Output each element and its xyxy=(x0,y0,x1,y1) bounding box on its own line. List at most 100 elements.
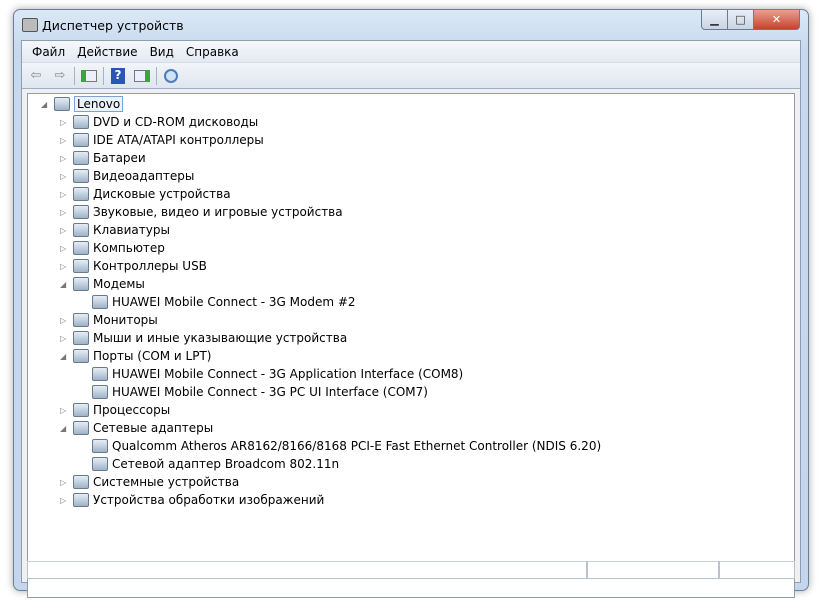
expand-arrow-icon[interactable]: ▷ xyxy=(60,262,68,271)
tree-item-label: Компьютер xyxy=(93,241,165,255)
tree-category[interactable]: ▷ Системные устройства xyxy=(60,473,239,491)
collapse-arrow-icon[interactable]: ◢ xyxy=(60,280,68,289)
menu-bar: Файл Действие Вид Справка xyxy=(22,41,800,63)
expand-arrow-icon[interactable]: ▷ xyxy=(60,172,68,181)
tree-category[interactable]: ▷ DVD и CD-ROM дисководы xyxy=(60,113,259,131)
device-icon xyxy=(73,421,89,435)
tree-item-label: HUAWEI Mobile Connect - 3G Application I… xyxy=(112,367,464,381)
tree-item-label: Звуковые, видео и игровые устройства xyxy=(93,205,343,219)
tree-category[interactable]: ◢ Сетевые адаптеры xyxy=(60,419,214,437)
device-manager-window: Диспетчер устройств ▁ □ ✕ Файл Действие … xyxy=(13,9,809,598)
tree-item-label: DVD и CD-ROM дисководы xyxy=(93,115,259,129)
tree-item-label: Сетевые адаптеры xyxy=(93,421,214,435)
device-icon xyxy=(92,295,108,309)
tree-category[interactable]: ▷ Клавиатуры xyxy=(60,221,170,239)
maximize-button[interactable]: □ xyxy=(728,10,754,30)
tree-category[interactable]: ▷ Мониторы xyxy=(60,311,158,329)
tree-device[interactable]: Сетевой адаптер Broadcom 802.11n xyxy=(92,455,339,473)
expand-arrow-icon[interactable]: ▷ xyxy=(60,208,68,217)
tree-category[interactable]: ▷ Звуковые, видео и игровые устройства xyxy=(60,203,343,221)
minimize-button[interactable]: ▁ xyxy=(701,10,728,30)
device-icon xyxy=(73,115,89,129)
tree-item-label: Мониторы xyxy=(93,313,158,327)
tree-item-label: HUAWEI Mobile Connect - 3G PC UI Interfa… xyxy=(112,385,428,399)
tree-device[interactable]: HUAWEI Mobile Connect - 3G Application I… xyxy=(92,365,463,383)
device-icon xyxy=(73,349,89,363)
device-icon xyxy=(92,385,108,399)
device-icon xyxy=(73,331,89,345)
close-button[interactable]: ✕ xyxy=(754,10,800,30)
properties-icon[interactable] xyxy=(132,67,152,85)
tree-item-label: HUAWEI Mobile Connect - 3G Modem #2 xyxy=(112,295,356,309)
device-icon xyxy=(54,97,70,111)
collapse-arrow-icon[interactable]: ◢ xyxy=(60,352,68,361)
device-icon xyxy=(73,187,89,201)
menu-view[interactable]: Вид xyxy=(144,45,180,59)
back-icon[interactable]: ⇦ xyxy=(26,67,46,85)
device-icon xyxy=(92,457,108,471)
device-icon xyxy=(73,493,89,507)
tree-item-label: Порты (COM и LPT) xyxy=(93,349,212,363)
device-icon xyxy=(73,259,89,273)
tree-category[interactable]: ◢ Модемы xyxy=(60,275,145,293)
device-manager-icon xyxy=(22,18,38,32)
device-icon xyxy=(92,439,108,453)
device-icon xyxy=(92,367,108,381)
expand-arrow-icon[interactable]: ▷ xyxy=(60,154,68,163)
expand-arrow-icon[interactable]: ▷ xyxy=(60,478,68,487)
expand-arrow-icon[interactable]: ▷ xyxy=(60,316,68,325)
collapse-arrow-icon[interactable]: ◢ xyxy=(41,100,49,109)
device-icon xyxy=(73,241,89,255)
device-icon xyxy=(73,277,89,291)
collapse-arrow-icon[interactable]: ◢ xyxy=(60,424,68,433)
expand-arrow-icon[interactable]: ▷ xyxy=(60,244,68,253)
tree-category[interactable]: ▷ Процессоры xyxy=(60,401,171,419)
device-icon xyxy=(73,313,89,327)
toolbar: ⇦ ⇨ ? xyxy=(22,63,800,89)
tree-item-label: Видеоадаптеры xyxy=(93,169,195,183)
expand-arrow-icon[interactable]: ▷ xyxy=(60,118,68,127)
device-icon xyxy=(73,151,89,165)
device-tree[interactable]: ◢ Lenovo ▷ DVD и CD-ROM дисководы ▷ IDE ATA/A… xyxy=(27,93,795,598)
show-hide-console-tree-icon[interactable] xyxy=(79,67,99,85)
expand-arrow-icon[interactable]: ▷ xyxy=(60,496,68,505)
help-icon[interactable]: ? xyxy=(108,67,128,85)
tree-device[interactable]: HUAWEI Mobile Connect - 3G Modem #2 xyxy=(92,293,356,311)
forward-icon[interactable]: ⇨ xyxy=(50,67,70,85)
tree-category[interactable]: ▷ Дисковые устройства xyxy=(60,185,231,203)
tree-category[interactable]: ▷ IDE ATA/ATAPI контроллеры xyxy=(60,131,264,149)
tree-category[interactable]: ▷ Компьютер xyxy=(60,239,165,257)
menu-file[interactable]: Файл xyxy=(26,45,71,59)
tree-category[interactable]: ◢ Порты (COM и LPT) xyxy=(60,347,212,365)
expand-arrow-icon[interactable]: ▷ xyxy=(60,136,68,145)
device-icon xyxy=(73,133,89,147)
expand-arrow-icon[interactable]: ▷ xyxy=(60,226,68,235)
tree-category[interactable]: ▷ Мыши и иные указывающие устройства xyxy=(60,329,348,347)
menu-help[interactable]: Справка xyxy=(180,45,245,59)
expand-arrow-icon[interactable]: ▷ xyxy=(60,190,68,199)
tree-category[interactable]: ▷ Видеоадаптеры xyxy=(60,167,195,185)
tree-root[interactable]: ◢ Lenovo xyxy=(41,95,124,113)
tree-category[interactable]: ▷ Контроллеры USB xyxy=(60,257,207,275)
tree-item-label: Сетевой адаптер Broadcom 802.11n xyxy=(112,457,340,471)
tree-item-label: Батареи xyxy=(93,151,146,165)
tree-item-label: Дисковые устройства xyxy=(93,187,231,201)
tree-device[interactable]: HUAWEI Mobile Connect - 3G PC UI Interfa… xyxy=(92,383,428,401)
scan-hardware-icon[interactable] xyxy=(161,67,181,85)
expand-arrow-icon[interactable]: ▷ xyxy=(60,406,68,415)
expand-arrow-icon[interactable]: ▷ xyxy=(60,334,68,343)
client-area: Файл Действие Вид Справка ⇦ ⇨ ? ◢ Lenovo ▷… xyxy=(21,40,801,598)
tree-item-label: Процессоры xyxy=(93,403,171,417)
device-icon xyxy=(73,169,89,183)
tree-item-label: Модемы xyxy=(93,277,145,291)
tree-category[interactable]: ▷ Устройства обработки изображений xyxy=(60,491,325,509)
device-icon xyxy=(73,223,89,237)
tree-category[interactable]: ▷ Батареи xyxy=(60,149,146,167)
tree-item-label: Устройства обработки изображений xyxy=(93,493,325,507)
device-icon xyxy=(73,475,89,489)
tree-item-label: Мыши и иные указывающие устройства xyxy=(93,331,348,345)
tree-device[interactable]: Qualcomm Atheros AR8162/8166/8168 PCI-E … xyxy=(92,437,601,455)
window-title: Диспетчер устройств xyxy=(42,18,184,33)
menu-action[interactable]: Действие xyxy=(71,45,143,59)
tree-item-label: Контроллеры USB xyxy=(93,259,207,273)
